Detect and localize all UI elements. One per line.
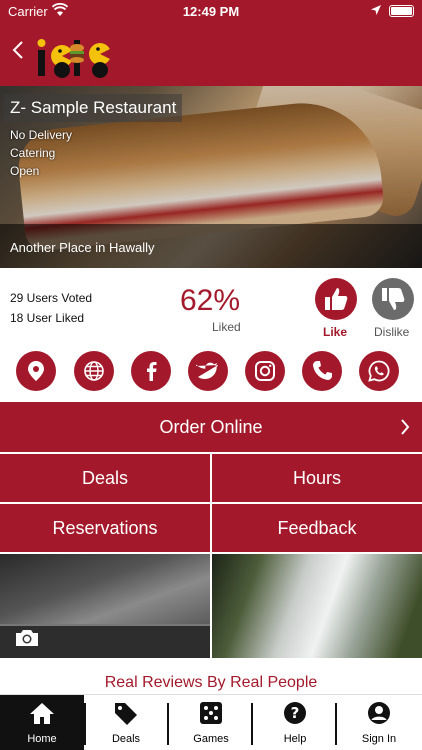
help-icon: ? <box>284 702 306 724</box>
restaurant-name: Z- Sample Restaurant <box>4 94 183 122</box>
tab-home-label: Home <box>27 733 57 745</box>
status-bar: Carrier 12:49 PM <box>0 0 422 22</box>
like-label: Like <box>323 325 348 339</box>
open-status: Open <box>10 164 40 178</box>
instagram-icon[interactable] <box>245 351 285 391</box>
chevron-left-icon <box>12 41 23 59</box>
location-services-icon <box>370 4 382 19</box>
facebook-icon[interactable] <box>131 351 171 391</box>
thumbs-down-icon <box>382 288 405 310</box>
restaurant-location: Another Place in Hawally <box>0 224 422 268</box>
whatsapp-icon[interactable] <box>359 351 399 391</box>
like-button[interactable] <box>315 278 357 320</box>
back-button[interactable] <box>8 40 28 66</box>
nav-bar <box>0 22 422 86</box>
order-online-button[interactable]: Order Online <box>0 402 422 452</box>
tab-home[interactable]: Home <box>0 695 84 750</box>
location-icon[interactable] <box>16 351 56 391</box>
dice-icon <box>200 702 222 724</box>
twitter-icon[interactable] <box>188 351 228 391</box>
thumbs-up-icon <box>325 288 348 310</box>
svg-text:?: ? <box>291 704 300 722</box>
dislike-label: Dislike <box>374 325 410 339</box>
deals-label: Deals <box>81 468 129 488</box>
feedback-label: Feedback <box>277 518 357 538</box>
battery-icon <box>389 5 414 17</box>
users-liked-count: 18 User Liked <box>10 311 85 325</box>
clock: 12:49 PM <box>182 4 240 19</box>
catering-status: Catering <box>10 146 56 160</box>
tab-help-label: Help <box>283 733 307 745</box>
phone-icon[interactable] <box>302 351 342 391</box>
reservations-button[interactable]: Reservations <box>0 504 210 552</box>
tab-games[interactable]: Games <box>169 695 253 750</box>
social-links-row <box>0 346 422 402</box>
rating-panel: 29 Users Voted 18 User Liked 62% Liked L… <box>0 268 422 346</box>
hours-button[interactable]: Hours <box>212 454 422 502</box>
tag-icon <box>115 703 137 725</box>
reviews-heading: Real Reviews By Real People <box>104 674 318 691</box>
delivery-status: No Delivery <box>10 128 73 142</box>
order-online-label: Order Online <box>159 417 263 437</box>
tab-sign-in-label: Sign In <box>361 733 397 745</box>
liked-percentage-label: Liked <box>212 320 241 334</box>
gallery-photo-2[interactable] <box>212 554 422 658</box>
tab-sign-in[interactable]: Sign In <box>337 695 421 750</box>
deals-button[interactable]: Deals <box>0 454 210 502</box>
users-voted-count: 29 Users Voted <box>10 291 93 305</box>
dislike-button[interactable] <box>372 278 414 320</box>
app-logo <box>34 36 120 80</box>
gallery-photo-1[interactable] <box>0 554 210 658</box>
photo-gallery <box>0 554 422 658</box>
restaurant-hero-image: Z- Sample Restaurant No Delivery Caterin… <box>0 86 422 268</box>
liked-percentage: 62% <box>180 284 241 317</box>
tab-deals-label: Deals <box>111 733 141 745</box>
web-icon[interactable] <box>74 351 114 391</box>
feedback-button[interactable]: Feedback <box>212 504 422 552</box>
chevron-right-icon <box>400 402 410 455</box>
camera-icon[interactable] <box>14 628 40 653</box>
tab-help[interactable]: ? Help <box>253 695 337 750</box>
user-icon <box>368 702 390 724</box>
tab-deals[interactable]: Deals <box>84 695 168 750</box>
reservations-label: Reservations <box>52 518 158 538</box>
tab-games-label: Games <box>193 733 229 745</box>
home-icon <box>30 703 54 724</box>
tab-bar: Home Deals Games ? Help Sign In <box>0 694 422 750</box>
hours-label: Hours <box>292 468 341 488</box>
